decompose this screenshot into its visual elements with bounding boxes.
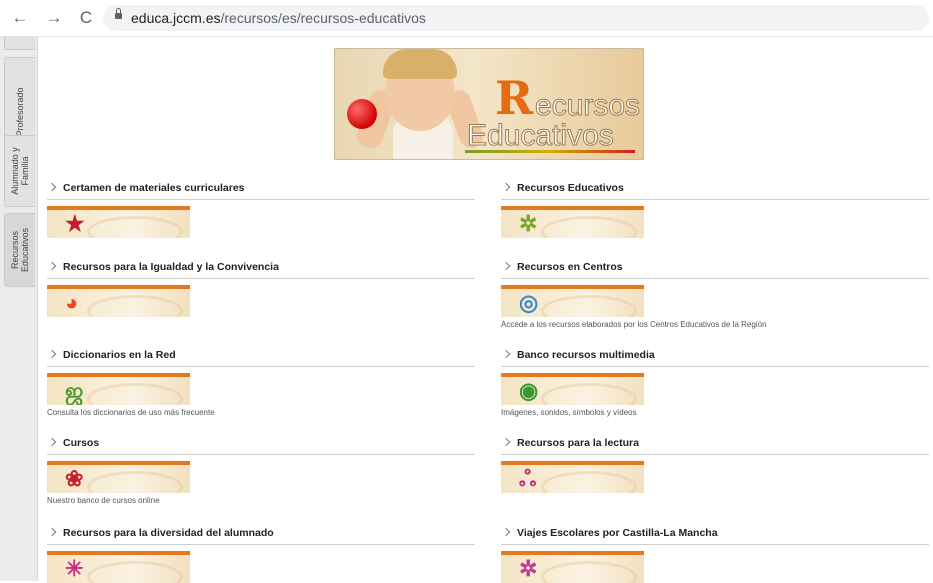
section-link[interactable]: Viajes Escolares por Castilla-La Mancha [501, 526, 929, 540]
divider [47, 544, 475, 545]
section-thumbnail[interactable]: ✳ [47, 551, 190, 583]
section-title: Recursos para la Igualdad y la Convivenc… [63, 261, 279, 273]
tab-alumnado-familia[interactable]: Alumnado y Familia [4, 135, 35, 207]
tab-label: Recursos Educativos [10, 227, 30, 273]
section-title: Diccionarios en la Red [63, 349, 176, 361]
section-title: Certamen de materiales curriculares [63, 182, 245, 194]
divider [47, 366, 475, 367]
divider [47, 199, 475, 200]
section-link[interactable]: Recursos para la Igualdad y la Convivenc… [47, 260, 475, 274]
chevron-right-icon [47, 437, 57, 447]
section-thumbnail[interactable]: ஃ [501, 461, 644, 493]
section-centros: Recursos en Centros ◎ Accede a los recur… [501, 260, 929, 329]
forward-arrow-icon[interactable]: → [44, 8, 64, 28]
travel-icon: ✲ [519, 556, 538, 581]
section-viajes: Viajes Escolares por Castilla-La Mancha … [501, 526, 929, 583]
section-description: Nuestro banco de cursos online [47, 496, 160, 505]
banner-line1: ecursos [534, 89, 641, 123]
tab-label: Alumnado y Familia [10, 147, 30, 195]
divider [501, 366, 929, 367]
top-tab-stub[interactable] [4, 37, 35, 50]
banner-initial: R [495, 71, 534, 125]
section-cursos: Cursos ❀ Nuestro banco de cursos online [47, 436, 475, 505]
section-link[interactable]: Recursos para la lectura [501, 436, 929, 450]
section-diccionarios: Diccionarios en la Red ஜ Consulta los di… [47, 348, 475, 417]
section-recursos-educativos: Recursos Educativos ✲ [501, 181, 929, 238]
chevron-right-icon [47, 261, 57, 271]
url-path: /recursos/es/recursos-educativos [220, 10, 426, 26]
banner-line2: Educativos [467, 119, 615, 153]
section-title: Recursos para la diversidad del alumnado [63, 527, 274, 539]
left-tab-bar: Profesorado Alumnado y Familia Recursos … [0, 37, 38, 581]
section-title: Cursos [63, 437, 100, 449]
section-link[interactable]: Banco recursos multimedia [501, 348, 929, 362]
chevron-right-icon [501, 527, 511, 537]
banner-kid-hair [383, 49, 457, 79]
url-text[interactable]: educa.jccm.es/recursos/es/recursos-educa… [131, 10, 426, 26]
chevron-right-icon [47, 527, 57, 537]
section-title: Recursos para la lectura [517, 437, 639, 449]
chevron-right-icon [501, 182, 511, 192]
chevron-right-icon [501, 437, 511, 447]
section-lectura: Recursos para la lectura ஃ [501, 436, 929, 493]
section-thumbnail[interactable]: ★ [47, 206, 190, 238]
swirl-icon: ◕ [65, 290, 79, 315]
rings-icon: ◎ [519, 290, 539, 315]
multimedia-icon: ◉ [519, 378, 539, 403]
section-thumbnail[interactable]: ◕ [47, 285, 190, 317]
tab-label: Profesorado [15, 87, 25, 137]
reading-icon: ஃ [519, 466, 537, 491]
section-thumbnail[interactable]: ❀ [47, 461, 190, 493]
chevron-right-icon [47, 349, 57, 359]
section-title: Viajes Escolares por Castilla-La Mancha [517, 527, 718, 539]
divider [501, 544, 929, 545]
section-certamen: Certamen de materiales curriculares ★ [47, 181, 475, 238]
section-link[interactable]: Recursos para la diversidad del alumnado [47, 526, 475, 540]
recursos-educativos-banner: R ecursos Educativos [334, 48, 644, 160]
section-description: Consulta los diccionarios de uso más fre… [47, 408, 215, 417]
section-description: Imágenes, sonidos, símbolos y vídeos [501, 408, 637, 417]
back-arrow-icon[interactable]: ← [10, 8, 30, 28]
red-ball-icon [347, 99, 377, 129]
pinwheel-icon: ✲ [519, 211, 538, 236]
divider [47, 278, 475, 279]
section-link[interactable]: Cursos [47, 436, 475, 450]
section-thumbnail[interactable]: ◉ [501, 373, 644, 405]
address-bar[interactable]: educa.jccm.es/recursos/es/recursos-educa… [103, 5, 929, 31]
section-title: Recursos Educativos [517, 182, 624, 194]
star-icon: ★ [65, 211, 85, 236]
section-thumbnail[interactable]: ◎ [501, 285, 644, 317]
section-thumbnail[interactable]: ஜ [47, 373, 190, 405]
divider [501, 199, 929, 200]
flower-icon: ❀ [65, 466, 84, 491]
section-link[interactable]: Certamen de materiales curriculares [47, 181, 475, 195]
section-thumbnail[interactable]: ✲ [501, 206, 644, 238]
section-link[interactable]: Diccionarios en la Red [47, 348, 475, 362]
diversity-icon: ✳ [65, 556, 84, 581]
section-igualdad: Recursos para la Igualdad y la Convivenc… [47, 260, 475, 317]
section-diversidad: Recursos para la diversidad del alumnado… [47, 526, 475, 583]
tab-recursos-educativos[interactable]: Recursos Educativos [4, 213, 35, 287]
banner-stripe [465, 150, 635, 153]
section-link[interactable]: Recursos Educativos [501, 181, 929, 195]
chevron-right-icon [47, 182, 57, 192]
divider [501, 454, 929, 455]
section-title: Banco recursos multimedia [517, 349, 655, 361]
lock-icon [115, 8, 122, 19]
divider [501, 278, 929, 279]
divider [47, 454, 475, 455]
browser-toolbar: ← → C educa.jccm.es/recursos/es/recursos… [0, 0, 933, 37]
section-link[interactable]: Recursos en Centros [501, 260, 929, 274]
chevron-right-icon [501, 261, 511, 271]
dictionary-icon: ஜ [65, 378, 84, 403]
section-thumbnail[interactable]: ✲ [501, 551, 644, 583]
chevron-right-icon [501, 349, 511, 359]
url-host: educa.jccm.es [131, 10, 221, 26]
section-multimedia: Banco recursos multimedia ◉ Imágenes, so… [501, 348, 929, 417]
section-description: Accede a los recursos elaborados por los… [501, 320, 767, 329]
section-title: Recursos en Centros [517, 261, 623, 273]
reload-icon[interactable]: C [76, 8, 96, 28]
